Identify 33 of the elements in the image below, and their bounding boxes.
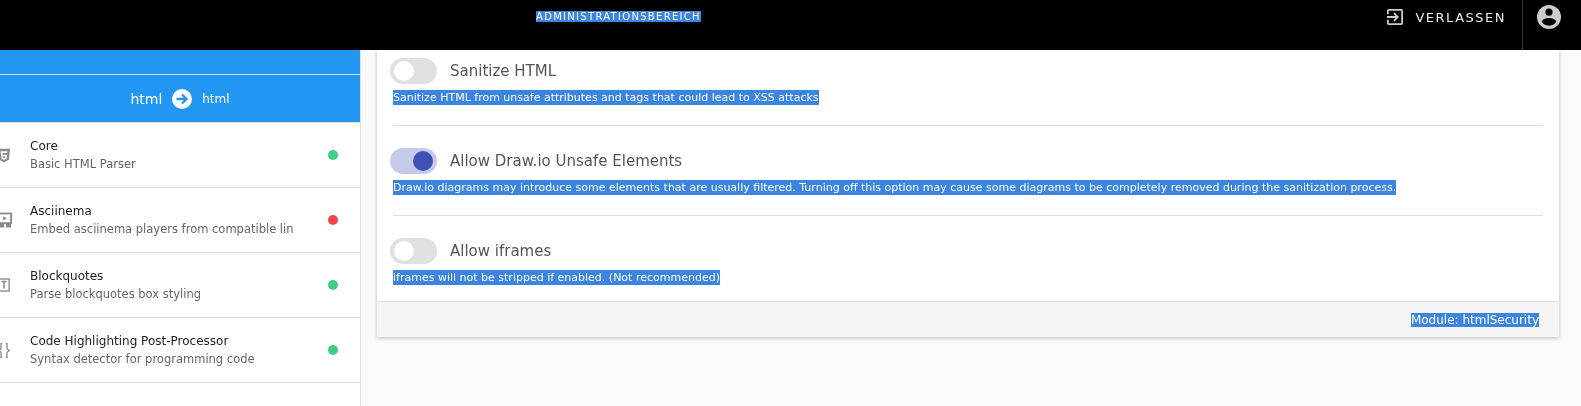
module-item[interactable]: Core Basic HTML Parser (0, 123, 360, 188)
exit-button[interactable]: VERLASSEN (1371, 2, 1522, 32)
module-title: Core (30, 139, 59, 153)
module-description: Parse blockquotes box styling (30, 287, 202, 301)
module-description: Basic HTML Parser (30, 157, 137, 171)
module-description: Syntax detector for programming code (30, 352, 256, 366)
setting-label: Allow Draw.io Unsafe Elements (450, 152, 683, 170)
module-name: Module: htmlSecurity (1410, 312, 1539, 327)
module-title: Asciinema (30, 204, 93, 218)
arrow-right-icon (172, 88, 193, 109)
player-icon (0, 211, 12, 229)
exit-icon (1387, 9, 1404, 25)
module-item[interactable]: Code Highlighting Post-Processor Syntax detector for programming code (0, 318, 360, 383)
setting-label: Sanitize HTML (450, 62, 557, 80)
module-title: Blockquotes (30, 269, 105, 283)
toggle-switch[interactable] (390, 238, 437, 264)
module-item[interactable]: Blockquotes Parse blockquotes box styling (0, 253, 360, 318)
text-box-icon (0, 278, 10, 292)
module-title: Code Highlighting Post-Processor (30, 334, 230, 348)
braces-icon (0, 341, 10, 359)
toggle-switch[interactable] (390, 58, 437, 84)
account-icon[interactable] (1537, 5, 1561, 29)
source-format: html (130, 90, 163, 107)
module-description: Embed asciinema players from compatible lin (30, 222, 295, 236)
setting-label: Allow iframes (450, 242, 552, 260)
conversion-item[interactable] (0, 50, 360, 75)
header-title: ADMINISTRATIONSBEREICH (536, 11, 701, 22)
module-item[interactable]: Asciinema Embed asciinema players from compatible lin (0, 188, 360, 253)
target-format: html (202, 91, 230, 106)
setting-description: Draw.io diagrams may introduce some elements that are usually filtered. Turning off this option may cause some diagrams to be completely removed during the sanitization process. (393, 180, 1397, 195)
setting-description: Sanitize HTML from unsafe attributes and tags that could lead to XSS attacks (393, 90, 819, 105)
setting-description: iframes will not be stripped if enabled. (Not recommended) (393, 270, 720, 285)
toggle-switch[interactable] (390, 148, 437, 174)
